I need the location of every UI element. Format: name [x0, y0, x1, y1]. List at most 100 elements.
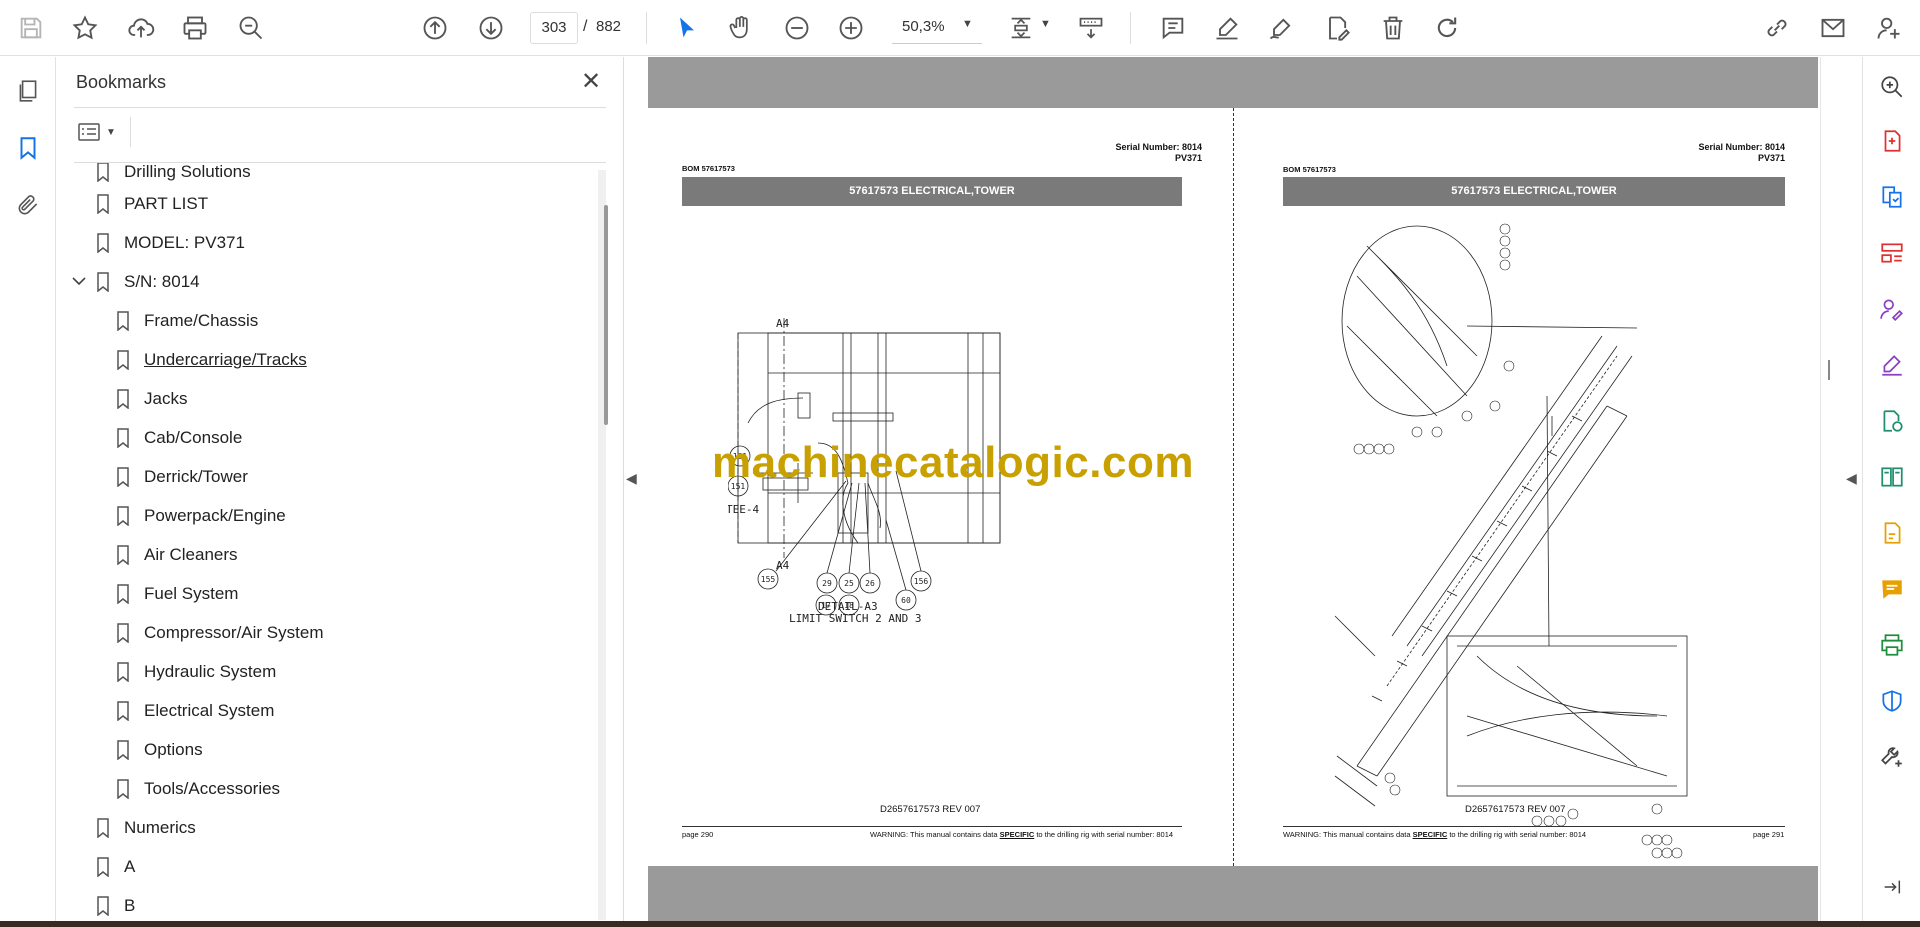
bookmark-item[interactable]: Air Cleaners [116, 540, 238, 570]
chevron-down-icon: ▼ [106, 126, 116, 138]
zoom-tool-icon[interactable] [1875, 70, 1909, 104]
serial-number-header: Serial Number: 8014 PV371 [1611, 142, 1785, 164]
page-number-label: page 291 [1753, 830, 1785, 839]
export-pdf-icon[interactable] [1875, 180, 1909, 214]
collapse-left-panel-icon[interactable]: ◀ [626, 470, 637, 487]
footer-rule [682, 826, 1182, 827]
bookmark-item[interactable]: PART LIST [96, 189, 208, 219]
bookmarks-icon[interactable] [11, 131, 45, 165]
callout-label: 17 [821, 601, 831, 610]
bookmark-label: Compressor/Air System [144, 623, 324, 642]
page-total: 882 [596, 18, 622, 35]
print-icon[interactable] [178, 11, 212, 45]
request-signature-icon[interactable] [1875, 292, 1909, 326]
bookmark-item[interactable]: A [96, 852, 135, 882]
zoom-search-icon[interactable] [234, 11, 268, 45]
bookmark-label: PART LIST [124, 194, 209, 213]
share-link-icon[interactable] [1760, 11, 1794, 45]
redo-icon[interactable] [1430, 11, 1464, 45]
share-user-icon[interactable] [1872, 11, 1906, 45]
footer-rule [1283, 826, 1785, 827]
fit-page-icon[interactable] [1004, 11, 1038, 45]
serial-number: Serial Number: 8014 [1698, 142, 1785, 152]
scroll-mode-icon[interactable] [1074, 11, 1108, 45]
bookmark-item[interactable]: Cab/Console [116, 423, 242, 453]
expand-panel-icon[interactable] [1875, 870, 1909, 904]
select-cursor-icon[interactable] [670, 11, 704, 45]
email-icon[interactable] [1816, 11, 1850, 45]
protect-shield-icon[interactable] [1875, 684, 1909, 718]
bookmark-label: Powerpack/Engine [144, 506, 286, 525]
edit-document-icon[interactable] [1875, 516, 1909, 550]
bookmark-item[interactable]: Fuel System [116, 579, 238, 609]
bookmark-item[interactable]: Powerpack/Engine [116, 501, 286, 531]
bookmark-item[interactable]: Jacks [116, 384, 187, 414]
bookmark-item-hovered[interactable]: Undercarriage/Tracks [116, 345, 307, 375]
bookmark-label: Tools/Accessories [144, 779, 281, 798]
bom-number: BOM 57617573 [1283, 165, 1336, 174]
print-production-icon[interactable] [1875, 628, 1909, 662]
previous-page-icon[interactable] [418, 11, 452, 45]
bookmarks-scrollbar-thumb[interactable] [604, 205, 608, 425]
bookmark-item[interactable]: Drilling Solutions [96, 163, 251, 187]
chevron-down-icon[interactable] [70, 272, 88, 290]
bookmark-label: Air Cleaners [144, 545, 238, 564]
zoom-in-icon[interactable] [834, 11, 868, 45]
upload-cloud-icon[interactable] [124, 11, 158, 45]
page-number-input[interactable]: 303 [530, 12, 578, 44]
bookmark-icon [117, 467, 129, 487]
bookmark-item[interactable]: Compressor/Air System [116, 618, 323, 648]
bookmark-item[interactable]: Derrick/Tower [116, 462, 248, 492]
hand-tool-icon[interactable] [724, 11, 758, 45]
bookmark-icon [97, 818, 109, 838]
zoom-out-icon[interactable] [780, 11, 814, 45]
bookmark-options-button[interactable]: ▼ [76, 117, 124, 147]
delete-trash-icon[interactable] [1376, 11, 1410, 45]
bookmark-item[interactable]: Frame/Chassis [116, 306, 258, 336]
tower-wiring-diagram [1334, 223, 1688, 859]
bookmark-item[interactable]: MODEL: PV371 [96, 228, 245, 258]
bookmark-item[interactable]: B [96, 891, 135, 921]
send-for-review-icon[interactable] [1875, 404, 1909, 438]
more-tools-icon[interactable] [1875, 740, 1909, 774]
attachments-icon[interactable] [11, 188, 45, 222]
bookmark-label: Derrick/Tower [144, 467, 248, 486]
warning-footer: WARNING: This manual contains data SPECI… [1283, 830, 1586, 839]
panel-title: Bookmarks [76, 72, 167, 92]
compare-files-icon[interactable] [1875, 460, 1909, 494]
bookmark-item[interactable]: Numerics [96, 813, 196, 843]
star-icon[interactable] [68, 11, 102, 45]
bookmark-icon [97, 233, 109, 253]
draw-signature-icon[interactable] [1264, 11, 1298, 45]
comment-tool-icon[interactable] [1875, 572, 1909, 606]
fill-sign-icon[interactable] [1875, 348, 1909, 382]
bookmark-item[interactable]: Tools/Accessories [116, 774, 280, 804]
bookmark-label: Jacks [144, 389, 188, 408]
bookmark-item[interactable]: Hydraulic System [116, 657, 276, 687]
bookmark-icon [117, 623, 129, 643]
edit-pdf-icon[interactable] [1320, 11, 1354, 45]
comment-icon[interactable] [1156, 11, 1190, 45]
bookmark-icon [117, 584, 129, 604]
chevron-down-icon[interactable]: ▼ [962, 18, 973, 30]
fit-menu-chevron-icon[interactable]: ▼ [1040, 18, 1051, 30]
create-pdf-icon[interactable] [1875, 124, 1909, 158]
close-icon[interactable]: ✕ [576, 67, 606, 97]
organize-pages-icon[interactable] [1875, 236, 1909, 270]
document-scrollbar-thumb[interactable] [1828, 360, 1830, 380]
bookmark-icon [117, 311, 129, 331]
collapse-right-panel-icon[interactable]: ◀ [1846, 470, 1857, 487]
bookmark-label: MODEL: PV371 [124, 233, 245, 252]
save-icon[interactable] [14, 11, 48, 45]
bookmark-item[interactable]: Electrical System [116, 696, 274, 726]
canvas-background-top [648, 57, 1818, 108]
highlight-pen-icon[interactable] [1210, 11, 1244, 45]
divider [74, 107, 606, 108]
bookmark-item-expanded[interactable]: S/N: 8014 [72, 267, 200, 297]
next-page-icon[interactable] [474, 11, 508, 45]
bookmarks-panel: Bookmarks ✕ ▼ Drilling Solutions PART LI… [56, 57, 624, 923]
bookmark-item[interactable]: Options [116, 735, 203, 765]
pdf-page-right: Serial Number: 8014 PV371 BOM 57617573 5… [1235, 108, 1818, 866]
warning-text: to the drilling rig with serial number: … [1034, 830, 1174, 839]
page-thumbnails-icon[interactable] [11, 74, 45, 108]
